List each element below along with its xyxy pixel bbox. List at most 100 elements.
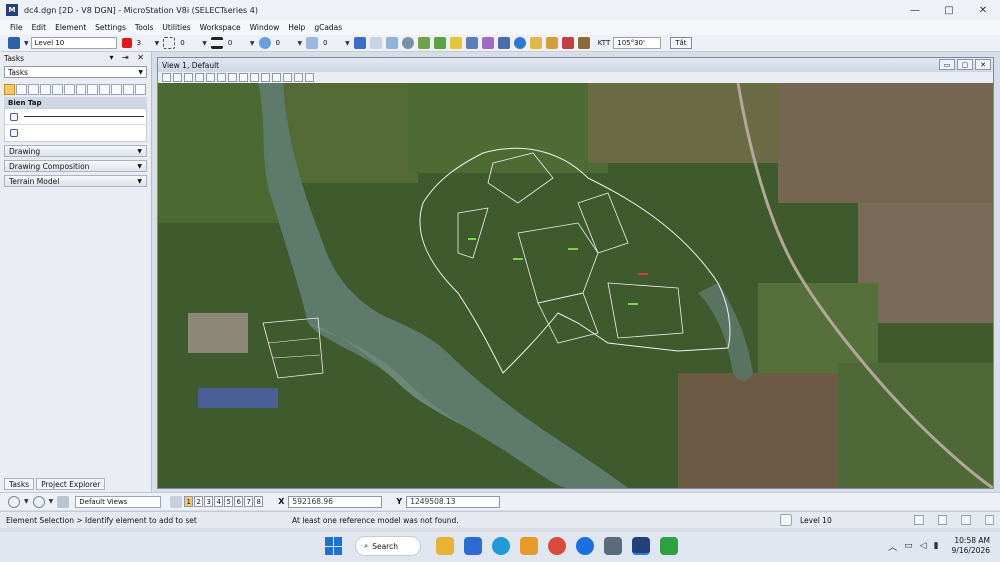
select-element-tool[interactable] bbox=[4, 83, 15, 95]
battery-icon[interactable]: ▮ bbox=[934, 541, 939, 551]
lock-icon[interactable] bbox=[780, 514, 792, 526]
windows-start-icon[interactable] bbox=[325, 537, 343, 555]
status-level[interactable]: Level 10 bbox=[800, 516, 900, 525]
cell-tool[interactable] bbox=[99, 83, 111, 95]
place-text-tool[interactable] bbox=[75, 83, 87, 95]
file-explorer-icon[interactable] bbox=[436, 537, 454, 555]
notepad-icon[interactable] bbox=[464, 537, 482, 555]
element-selection-icon[interactable] bbox=[8, 37, 20, 49]
display-style-icon[interactable] bbox=[173, 73, 182, 82]
snap-mode-icon[interactable] bbox=[914, 515, 924, 525]
drawing-group[interactable]: Drawing ▼ bbox=[4, 145, 147, 157]
terrain-model-group[interactable]: Terrain Model ▼ bbox=[4, 175, 147, 187]
file-status-icon[interactable] bbox=[984, 515, 994, 525]
camera-icon[interactable] bbox=[305, 73, 314, 82]
menu-gcadas[interactable]: gCadas bbox=[314, 23, 342, 32]
chevron-down-icon[interactable]: ▼ bbox=[24, 40, 29, 47]
zoom-in-icon[interactable] bbox=[195, 73, 204, 82]
rotate-view-icon[interactable] bbox=[239, 73, 248, 82]
gcadas-tool-icon[interactable] bbox=[529, 37, 542, 49]
menu-file[interactable]: File bbox=[10, 23, 23, 32]
ktt-dropdown[interactable]: 105°30' bbox=[613, 37, 662, 49]
display-icon[interactable]: ▭ bbox=[904, 541, 913, 551]
off-button[interactable]: Tắt bbox=[670, 37, 692, 49]
modify-tool[interactable] bbox=[39, 83, 51, 95]
zoom-out-icon[interactable] bbox=[206, 73, 215, 82]
extra-tool[interactable] bbox=[135, 83, 147, 95]
save-settings-icon[interactable] bbox=[961, 515, 971, 525]
info-icon[interactable] bbox=[513, 37, 526, 49]
x-coordinate-field[interactable]: 592168.96 bbox=[288, 495, 383, 508]
attributes-tool[interactable] bbox=[63, 83, 75, 95]
green-app-icon[interactable] bbox=[660, 537, 678, 555]
window-area-icon[interactable] bbox=[217, 73, 226, 82]
chevron-down-icon[interactable]: ▼ bbox=[345, 40, 350, 47]
active-color-swatch[interactable] bbox=[121, 38, 132, 48]
speaker-icon[interactable]: ◁ bbox=[920, 541, 927, 551]
accudraw-icon[interactable] bbox=[449, 37, 462, 49]
priority-icon[interactable] bbox=[306, 37, 319, 49]
chevron-up-icon[interactable]: ︿ bbox=[888, 540, 897, 553]
folder-app-icon[interactable] bbox=[520, 537, 538, 555]
chevron-down-icon[interactable]: ▼ bbox=[250, 40, 255, 47]
dimension-tool[interactable] bbox=[87, 83, 99, 95]
chevron-down-icon[interactable]: ▼ bbox=[24, 498, 29, 505]
line-tool-icon[interactable] bbox=[10, 112, 18, 121]
chrome-icon[interactable] bbox=[548, 537, 566, 555]
panel-controls[interactable]: ▾ ⇥ ✕ bbox=[109, 53, 147, 62]
manipulate-tool[interactable] bbox=[27, 83, 39, 95]
fence-tool[interactable] bbox=[15, 83, 27, 95]
view-attributes-icon[interactable] bbox=[162, 73, 171, 82]
forward-icon[interactable] bbox=[32, 495, 45, 508]
chevron-down-icon[interactable]: ▼ bbox=[155, 40, 160, 47]
gcadas-delete-icon[interactable] bbox=[561, 37, 574, 49]
design-file-icon[interactable] bbox=[937, 515, 947, 525]
view-next-icon[interactable] bbox=[272, 73, 281, 82]
view-close-button[interactable]: ✕ bbox=[975, 59, 991, 70]
menu-help[interactable]: Help bbox=[288, 23, 305, 32]
zalo-icon[interactable] bbox=[576, 537, 594, 555]
view-previous-icon[interactable] bbox=[261, 73, 270, 82]
view-toggle-5[interactable]: 5 bbox=[224, 496, 234, 507]
edge-icon[interactable] bbox=[492, 537, 510, 555]
view-attributes-icon[interactable] bbox=[353, 37, 366, 49]
transparency-icon[interactable] bbox=[258, 37, 271, 49]
satellite-map[interactable] bbox=[158, 83, 993, 488]
measure-tool[interactable] bbox=[111, 83, 123, 95]
saved-views-icon[interactable] bbox=[57, 495, 70, 508]
chevron-down-icon[interactable]: ▼ bbox=[202, 40, 207, 47]
minimize-button[interactable]: — bbox=[898, 0, 932, 20]
taskbar-search[interactable]: ⌕ Search bbox=[355, 536, 421, 556]
view-maximize-button[interactable]: ▢ bbox=[957, 59, 973, 70]
tool-settings-icon[interactable] bbox=[497, 37, 510, 49]
maximize-button[interactable]: □ bbox=[932, 0, 966, 20]
bien-tap-section[interactable]: Bien Tap bbox=[4, 97, 147, 108]
menu-element[interactable]: Element bbox=[55, 23, 86, 32]
clip-volume-icon[interactable] bbox=[294, 73, 303, 82]
microstation-taskbar-icon[interactable] bbox=[632, 537, 650, 555]
menu-workspace[interactable]: Workspace bbox=[200, 23, 241, 32]
pan-view-icon[interactable] bbox=[250, 73, 259, 82]
view-window-icon[interactable] bbox=[170, 495, 183, 508]
view-toggle-7[interactable]: 7 bbox=[244, 496, 254, 507]
y-coordinate-field[interactable]: 1249508.13 bbox=[406, 495, 501, 508]
menu-utilities[interactable]: Utilities bbox=[162, 23, 190, 32]
levels-icon[interactable] bbox=[417, 37, 430, 49]
menu-tools[interactable]: Tools bbox=[135, 23, 153, 32]
chevron-down-icon[interactable]: ▼ bbox=[49, 498, 54, 505]
rendering-icon[interactable] bbox=[401, 37, 414, 49]
update-view-icon[interactable] bbox=[184, 73, 193, 82]
line-weight-icon[interactable] bbox=[210, 37, 223, 49]
task-selector-dropdown[interactable]: Tasks ▼ bbox=[4, 66, 147, 78]
drawing-composition-group[interactable]: Drawing Composition ▼ bbox=[4, 160, 147, 172]
view-toggle-2[interactable]: 2 bbox=[194, 496, 204, 507]
tab-tasks[interactable]: Tasks bbox=[4, 478, 35, 490]
tab-project-explorer[interactable]: Project Explorer bbox=[36, 478, 106, 490]
back-icon[interactable] bbox=[8, 495, 20, 508]
microstation-app-icon[interactable]: M bbox=[6, 4, 18, 16]
gcadas-label-icon[interactable] bbox=[545, 37, 558, 49]
delete-tool[interactable] bbox=[123, 83, 135, 95]
measure-icon[interactable] bbox=[481, 37, 494, 49]
menu-window[interactable]: Window bbox=[250, 23, 280, 32]
line-style-icon[interactable] bbox=[163, 37, 176, 49]
